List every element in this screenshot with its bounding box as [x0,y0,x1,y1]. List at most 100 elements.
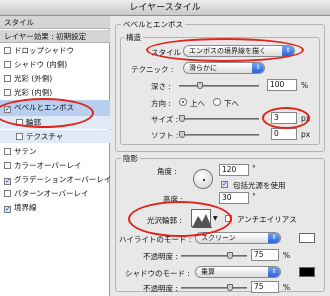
effects-sidebar: スタイル レイヤー効果 : 初期設定 ドロップシャドウ シャドウ (内側) 光彩… [0,16,112,296]
sidebar-item-contour[interactable]: 輪郭 [0,116,110,129]
sidebar-item-bevel-emboss[interactable]: ✓ ベベルとエンボス [0,100,110,116]
sidebar-item-label: パターンオーバーレイ [14,189,89,198]
sidebar-item-label: 輪郭 [26,118,41,127]
sidebar-item-gradient-overlay[interactable]: ✓ グラデーションオーバーレイ [0,173,112,186]
slider-thumb[interactable] [179,115,185,122]
checkbox[interactable] [16,119,23,126]
sidebar-item-label: 光彩 (外側) [14,74,53,83]
sidebar-header-blend-options[interactable]: レイヤー効果 : 初期設定 [0,30,110,43]
window-title: レイヤースタイル [0,0,330,16]
updown-arrows-icon: ⇕ [282,46,294,56]
sidebar-item-label: ベベルとエンボス [14,103,74,112]
sidebar-item-color-overlay[interactable]: カラーオーバーレイ [0,159,110,172]
direction-down-label: 下へ [224,99,239,108]
checkbox[interactable] [4,75,11,82]
depth-unit: % [301,81,309,90]
antialias-checkbox[interactable] [225,215,232,222]
sidebar-item-drop-shadow[interactable]: ドロップシャドウ [0,44,110,57]
size-unit: px [301,114,311,123]
shadow-opacity-unit: % [283,283,291,292]
sidebar-item-satin[interactable]: サテン [0,145,110,158]
checkbox-checked[interactable]: ✓ [4,178,11,185]
shadow-opacity-input[interactable]: 75 [251,281,279,293]
checkbox[interactable] [4,47,11,54]
bevel-emboss-title: ベベルとエンボス [121,19,185,30]
shadow-mode-select[interactable]: 乗算 ⇕ [195,266,281,278]
sidebar-item-label: カラーオーバーレイ [14,161,82,170]
checkbox[interactable] [4,148,11,155]
slider-thumb[interactable] [227,284,233,291]
shadow-mode-label: シャドウのモード : [125,269,190,278]
global-light-checkbox[interactable]: ✓ [221,181,228,188]
checkbox[interactable] [16,133,23,140]
direction-down-radio[interactable] [213,98,221,106]
checkbox[interactable] [4,61,11,68]
sidebar-item-texture[interactable]: テクスチャ [0,130,110,143]
sidebar-item-inner-shadow[interactable]: シャドウ (内側) [0,58,110,71]
updown-arrows-icon: ⇕ [268,267,280,277]
altitude-input[interactable]: 30 [219,192,249,204]
style-select-value: エンボスの境界線を描く [189,47,266,55]
soften-label: ソフト : [151,131,179,140]
highlight-mode-label: ハイライトのモード : [119,235,192,244]
highlight-opacity-input[interactable]: 75 [251,249,279,261]
soften-slider[interactable] [179,131,259,138]
slider-thumb[interactable] [179,131,185,138]
highlight-mode-value: スクリーン [201,234,236,242]
sidebar-item-label: 光彩 (内側) [14,88,53,97]
gloss-contour-preview[interactable] [191,209,212,228]
altitude-unit: ° [252,192,256,201]
soften-input[interactable]: 0 [271,128,297,140]
size-label: サイズ : [151,115,179,124]
chevron-down-icon[interactable]: ▼ [213,215,218,222]
sidebar-item-inner-glow[interactable]: 光彩 (内側) [0,86,110,99]
altitude-label: 高度 : [163,195,183,204]
highlight-opacity-label: 不透明度 : [143,252,178,261]
style-label: スタイル : [151,48,186,57]
angle-unit: ° [252,164,256,173]
sidebar-item-label: テクスチャ [26,132,64,141]
antialias-label: アンチエイリアス [237,215,297,224]
direction-up-label: 上へ [190,99,205,108]
highlight-opacity-slider[interactable] [181,252,247,259]
contour-curve-icon [192,214,212,228]
technique-select[interactable]: 滑らかに ⇕ [183,62,265,74]
sidebar-item-label: サテン [14,147,37,156]
angle-dial[interactable] [193,169,213,189]
highlight-color-swatch[interactable] [299,233,315,243]
sidebar-item-stroke[interactable]: ✓ 境界線 [0,201,110,214]
sidebar-item-pattern-overlay[interactable]: パターンオーバーレイ [0,187,110,200]
shadow-color-swatch[interactable] [299,267,315,277]
shadow-opacity-label: 不透明度 : [143,284,178,293]
checkbox[interactable] [4,162,11,169]
style-select[interactable]: エンボスの境界線を描く ⇕ [183,45,295,57]
depth-slider[interactable] [179,82,259,89]
slider-thumb[interactable] [197,82,203,89]
sidebar-header-style[interactable]: スタイル [0,16,110,29]
checkbox[interactable] [4,89,11,96]
updown-arrows-icon: ⇕ [252,63,264,73]
angle-label: 角度 : [157,167,177,176]
direction-up-radio[interactable] [179,98,187,106]
checkbox-checked[interactable]: ✓ [4,206,11,213]
sidebar-item-label: グラデーションオーバーレイ [14,175,112,184]
checkbox-checked[interactable]: ✓ [4,106,11,113]
checkbox[interactable] [4,190,11,197]
shadow-opacity-slider[interactable] [181,284,247,291]
slider-thumb[interactable] [227,252,233,259]
global-light-label: 包括光源を使用 [233,181,286,190]
depth-input[interactable]: 100 [267,79,297,91]
size-input[interactable]: 3 [271,112,297,124]
depth-label: 深さ : [151,82,171,91]
technique-select-value: 滑らかに [189,64,217,72]
sidebar-item-label: 境界線 [14,203,37,212]
highlight-opacity-unit: % [283,251,291,260]
size-slider[interactable] [179,115,259,122]
soften-unit: px [301,130,311,139]
structure-title: 構造 [124,32,143,43]
angle-input[interactable]: 120 [219,164,249,176]
settings-panel: ベベルとエンボス 構造 スタイル : エンボスの境界線を描く ⇕ テクニック :… [111,16,330,296]
sidebar-item-outer-glow[interactable]: 光彩 (外側) [0,72,110,85]
gloss-contour-label: 光沢輪郭 : [147,216,182,225]
highlight-mode-select[interactable]: スクリーン ⇕ [195,232,281,244]
